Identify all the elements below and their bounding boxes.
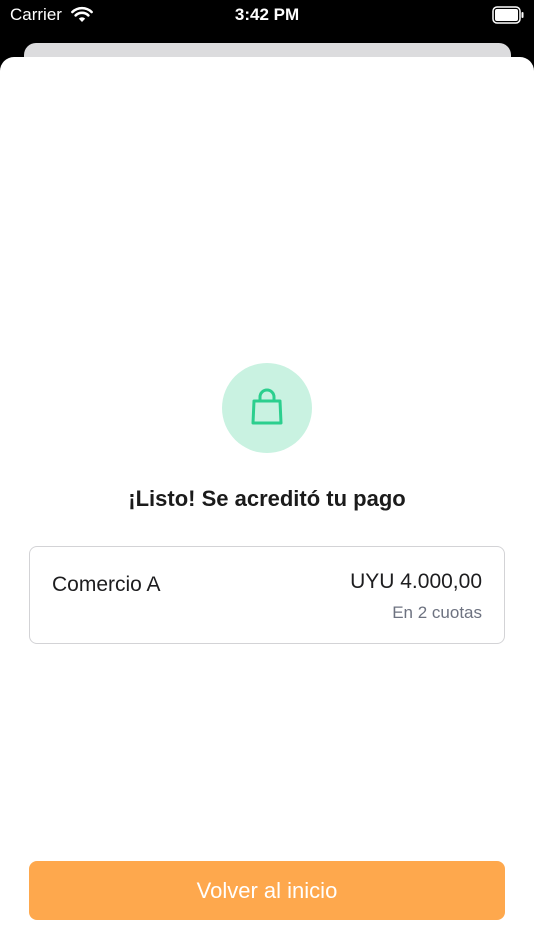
shopping-bag-icon [251,388,283,425]
payment-summary-card: Comercio A UYU 4.000,00 En 2 cuotas [29,546,505,644]
status-bar: Carrier 3:42 PM [0,0,534,34]
success-icon-badge [222,363,312,453]
battery-icon [492,6,524,24]
payment-amount: UYU 4.000,00 [350,570,482,593]
back-to-home-button[interactable]: Volver al inicio [29,861,505,920]
merchant-name: Comercio A [52,573,161,596]
success-title: ¡Listo! Se acreditó tu pago [128,486,406,511]
clock: 3:42 PM [234,5,300,24]
installments-label: En 2 cuotas [392,603,482,622]
